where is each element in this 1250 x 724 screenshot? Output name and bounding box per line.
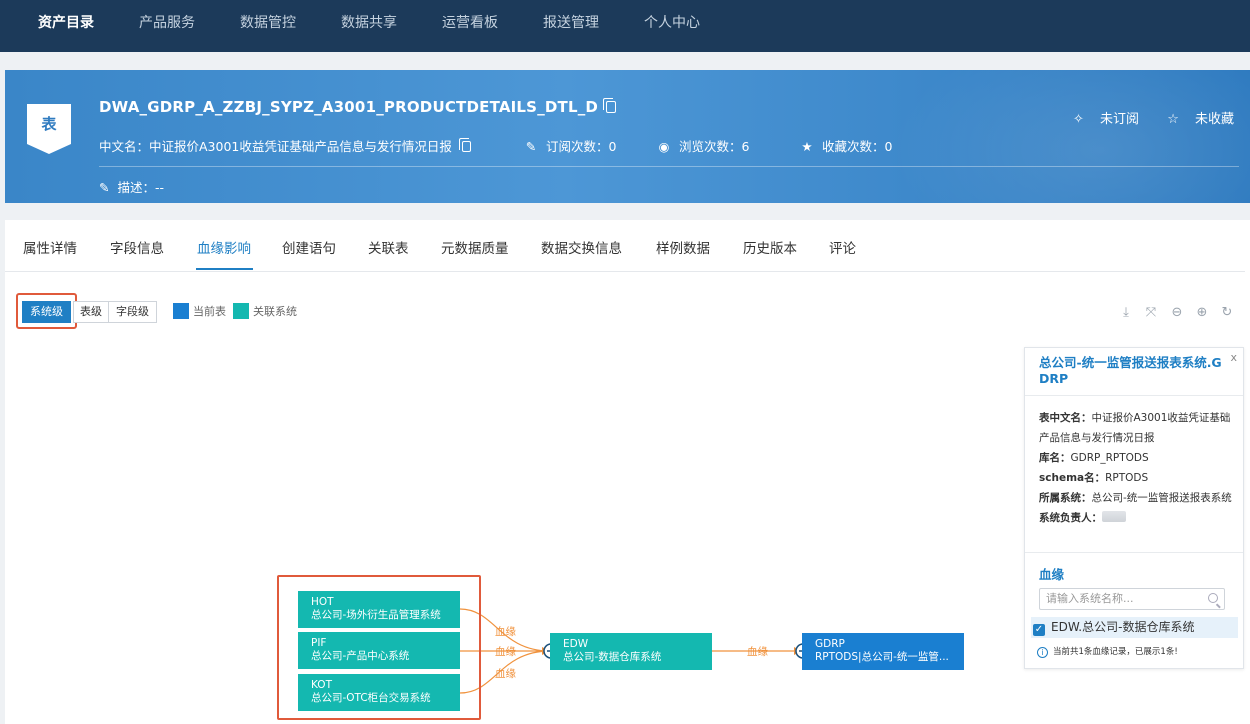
edge-label: 血缘: [495, 626, 516, 638]
lineage-system-label: EDW.总公司-数据仓库系统: [1051, 620, 1195, 634]
nav-item-data-sharing[interactable]: 数据共享: [341, 0, 397, 52]
card-owner-label: 系统负责人：: [1039, 512, 1102, 524]
graph-node-hot[interactable]: HOT 总公司-场外衍生品管理系统: [298, 591, 460, 628]
lineage-summary: i 当前共1条血缘记录，已展示1条!: [1037, 645, 1178, 658]
close-icon[interactable]: x: [1230, 351, 1237, 364]
nav-item-asset-catalog[interactable]: 资产目录: [38, 0, 94, 52]
card-schema-value: RPTODS: [1105, 472, 1149, 484]
card-divider: [1025, 395, 1243, 396]
table-header-banner: 表 DWA_GDRP_A_ZZBJ_SYPZ_A3001_PRODUCTDETA…: [5, 70, 1250, 203]
chinese-name-row: 中文名：中证报价A3001收益凭证基础产品信息与发行情况日报: [99, 136, 471, 155]
nav-item-operations-dashboard[interactable]: 运营看板: [442, 0, 498, 52]
description-row: ✎ 描述：--: [99, 177, 164, 196]
card-schema-label: schema名：: [1039, 472, 1106, 484]
subscribe-label: 未订阅: [1100, 112, 1140, 127]
card-schema: schema名：RPTODS: [1039, 468, 1235, 488]
star-icon: ★: [801, 139, 813, 154]
graph-node-edw[interactable]: EDW 总公司-数据仓库系统: [550, 633, 712, 670]
node-code: HOT: [311, 596, 334, 608]
subscribe-count-text: 订阅次数：0: [546, 139, 617, 154]
avatar: [1102, 511, 1126, 522]
edge-label: 血缘: [747, 646, 768, 658]
table-type-badge: 表: [27, 104, 71, 154]
edge-label: 血缘: [495, 668, 516, 680]
card-title: 总公司-统一监管报送报表系统.GDRP: [1039, 355, 1222, 386]
copy-icon[interactable]: [458, 138, 471, 152]
table-name: DWA_GDRP_A_ZZBJ_SYPZ_A3001_PRODUCTDETAIL…: [99, 98, 617, 116]
nav-item-product-service[interactable]: 产品服务: [139, 0, 195, 52]
zoom-out-icon[interactable]: ⊖: [1169, 305, 1185, 321]
card-cn-name: 表中文名：中证报价A3001收益凭证基础产品信息与发行情况日报: [1039, 408, 1235, 448]
download-icon[interactable]: ⤓: [1118, 305, 1134, 321]
description-text: 描述：--: [117, 180, 165, 195]
search-placeholder: 请输入系统名称...: [1046, 592, 1134, 605]
favorite-button[interactable]: ☆ 未收藏: [1155, 112, 1234, 127]
card-divider: [1025, 552, 1243, 553]
favorite-label: 未收藏: [1194, 112, 1234, 127]
view-count: ◉ 浏览次数：6: [657, 136, 750, 155]
node-name: RPTODS|总公司-统一监管...: [815, 651, 949, 663]
card-system-label: 所属系统：: [1039, 492, 1092, 504]
card-system: 所属系统：总公司-统一监管报送报表系统: [1039, 488, 1235, 508]
zoom-in-icon[interactable]: ⊕: [1194, 305, 1210, 321]
card-owner: 系统负责人：: [1039, 508, 1235, 528]
node-name: 总公司-场外衍生品管理系统: [311, 609, 441, 621]
search-icon[interactable]: [1208, 593, 1218, 603]
subscribe-button[interactable]: ✧ 未订阅: [1061, 112, 1139, 127]
main-panel: 属性详情 字段信息 血缘影响 创建语句 关联表 元数据质量 数据交换信息 样例数…: [5, 220, 1250, 724]
edit-icon[interactable]: ✎: [99, 180, 109, 195]
header-divider: [99, 166, 1239, 167]
top-nav: 资产目录 产品服务 数据管控 数据共享 运营看板 报送管理 个人中心: [0, 0, 1250, 52]
info-icon: i: [1037, 647, 1048, 658]
edge-label: 血缘: [495, 646, 516, 658]
favorite-count: ★ 收藏次数：0: [800, 136, 892, 155]
graph-node-pif[interactable]: PIF 总公司-产品中心系统: [298, 632, 460, 669]
nav-item-report-submission[interactable]: 报送管理: [543, 0, 599, 52]
view-count-text: 浏览次数：6: [679, 139, 750, 154]
pin-icon: ✎: [525, 139, 537, 154]
card-db-label: 库名：: [1039, 452, 1071, 464]
card-cn-label: 表中文名：: [1039, 412, 1092, 424]
banner-actions: ✧ 未订阅 ☆ 未收藏: [1049, 108, 1234, 127]
node-name: 总公司-产品中心系统: [311, 650, 410, 662]
node-name: 总公司-OTC柜台交易系统: [311, 692, 431, 704]
node-code: PIF: [311, 637, 327, 649]
lineage-summary-text: 当前共1条血缘记录，已展示1条!: [1053, 647, 1178, 657]
lineage-system-checkbox[interactable]: ✓ EDW.总公司-数据仓库系统: [1031, 617, 1238, 638]
eye-icon: ◉: [658, 139, 670, 154]
card-details: 表中文名：中证报价A3001收益凭证基础产品信息与发行情况日报 库名：GDRP_…: [1039, 408, 1235, 528]
graph-node-gdrp[interactable]: GDRP RPTODS|总公司-统一监管...: [802, 633, 964, 670]
table-info-card: 总公司-统一监管报送报表系统.GDRP x 表中文名：中证报价A3001收益凭证…: [1024, 347, 1244, 669]
card-db-value: GDRP_RPTODS: [1070, 452, 1149, 464]
system-search-input[interactable]: 请输入系统名称...: [1039, 588, 1225, 610]
refresh-icon[interactable]: ↻: [1219, 305, 1235, 321]
chinese-name-text: 中文名：中证报价A3001收益凭证基础产品信息与发行情况日报: [99, 139, 452, 154]
node-name: 总公司-数据仓库系统: [563, 651, 662, 663]
card-system-value: 总公司-统一监管报送报表系统: [1091, 492, 1232, 504]
node-code: EDW: [563, 638, 589, 650]
node-code: GDRP: [815, 638, 845, 650]
card-lineage-heading: 血缘: [1039, 567, 1065, 582]
checkbox-checked-icon[interactable]: ✓: [1033, 624, 1045, 636]
pin-icon: ✧: [1072, 112, 1084, 127]
nav-item-personal-center[interactable]: 个人中心: [644, 0, 700, 52]
fullscreen-icon[interactable]: ⤧: [1143, 305, 1159, 321]
subscribe-count: ✎ 订阅次数：0: [524, 136, 617, 155]
table-name-text: DWA_GDRP_A_ZZBJ_SYPZ_A3001_PRODUCTDETAIL…: [99, 98, 599, 116]
nav-item-data-governance[interactable]: 数据管控: [240, 0, 296, 52]
copy-icon[interactable]: [603, 98, 617, 113]
star-outline-icon: ☆: [1167, 112, 1179, 127]
node-code: KOT: [311, 679, 332, 691]
card-db: 库名：GDRP_RPTODS: [1039, 448, 1235, 468]
favorite-count-text: 收藏次数：0: [822, 139, 893, 154]
graph-node-kot[interactable]: KOT 总公司-OTC柜台交易系统: [298, 674, 460, 711]
